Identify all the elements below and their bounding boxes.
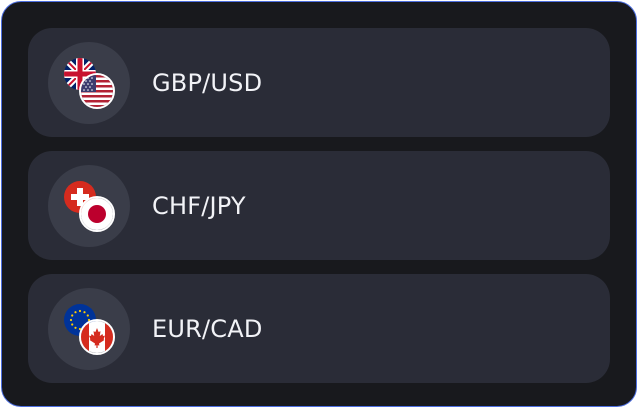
pair-row-chf-jpy[interactable]: CHF/JPY [28,151,610,260]
pair-row-gbp-usd[interactable]: GBP/USD [28,28,610,137]
pair-row-eur-cad[interactable]: EUR/CAD [28,274,610,383]
canada-flag-icon [79,318,115,355]
flag-badge [48,41,130,124]
pair-label: EUR/CAD [152,314,263,343]
pair-label: CHF/JPY [152,191,246,220]
pair-label: GBP/USD [152,68,263,97]
flag-badge [48,164,130,247]
us-flag-icon [79,72,115,109]
flag-badge [48,287,130,370]
currency-pair-panel: GBP/USD CHF/JPY EUR/CAD [1,1,637,407]
japan-flag-icon [79,195,115,232]
